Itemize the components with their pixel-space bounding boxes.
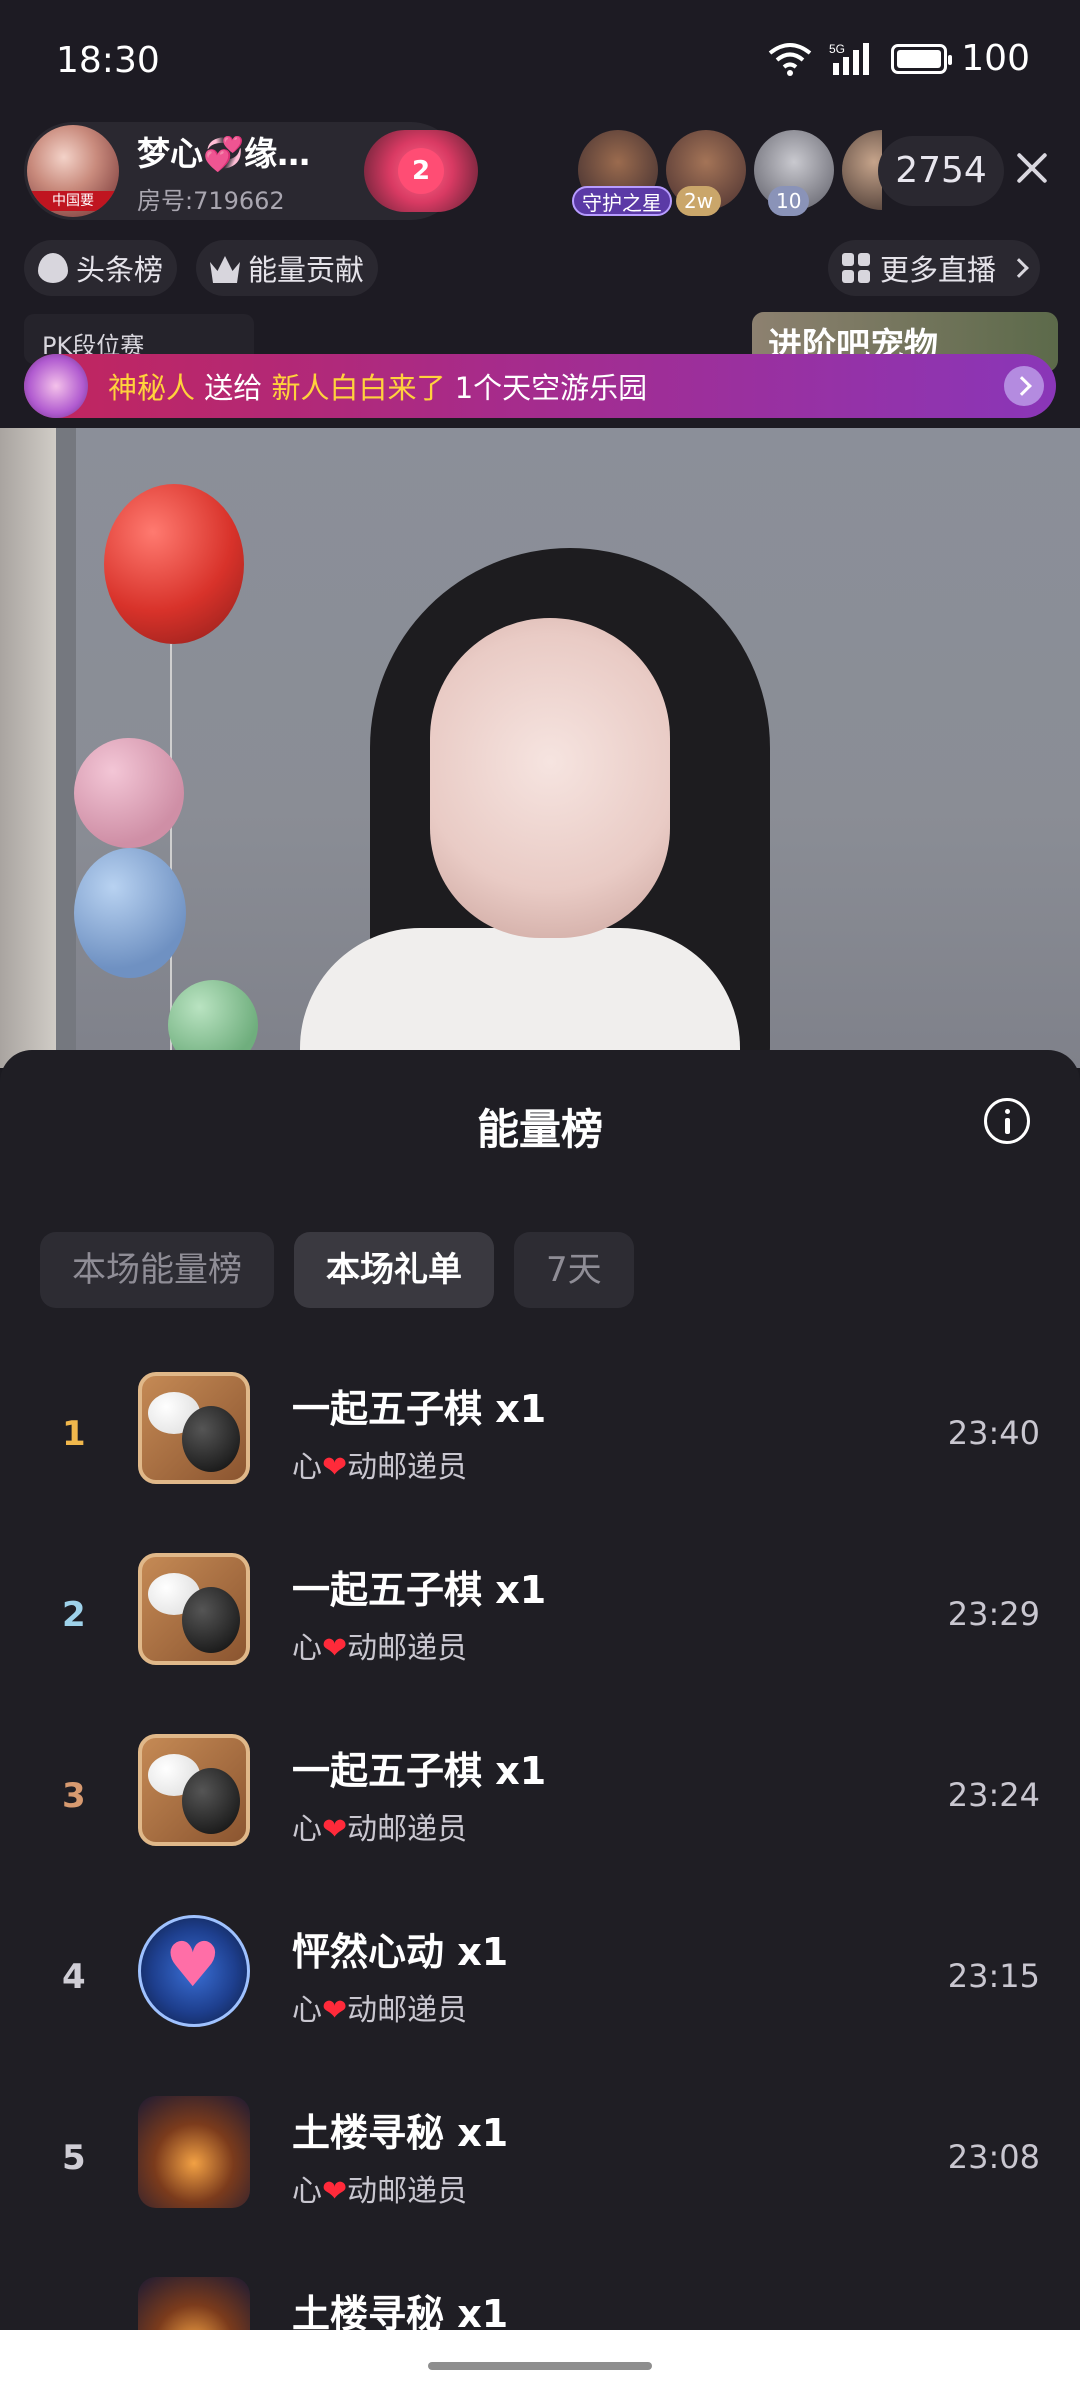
banner-receiver: 新人白白来了	[271, 371, 446, 405]
tulou-icon	[138, 2096, 250, 2208]
heart-icon: ❤	[322, 1631, 348, 1666]
gift-broadcast-banner[interactable]: 神秘人 送给 新人白白来了 1个天空游乐园	[24, 354, 1056, 418]
status-time: 18:30	[56, 40, 160, 81]
host-avatar-tag: 中国要	[27, 191, 119, 211]
heart-orb-icon	[138, 1915, 250, 2027]
list-item[interactable]: 1 一起五子棋 x1 心❤动邮递员 23:40	[0, 1368, 1080, 1549]
host-info-chip[interactable]: 中国要 梦心💞缘… 房号:719662 2	[24, 122, 478, 220]
list-item[interactable]: 3 一起五子棋 x1 心❤动邮递员 23:24	[0, 1730, 1080, 1911]
list-item[interactable]: 5 土楼寻秘 x1 心❤动邮递员 23:08	[0, 2092, 1080, 2273]
balloon	[74, 738, 184, 848]
gift-time: 23:08	[947, 2138, 1040, 2176]
gift-time: 23:29	[947, 1595, 1040, 1633]
amusement-park-icon	[24, 354, 88, 418]
energy-contribution-label: 能量贡献	[248, 253, 365, 287]
status-icons: 5G 100	[767, 38, 1030, 79]
top-viewers: 守护之星 2w 10	[572, 130, 890, 216]
gift-time: 23:40	[947, 1414, 1040, 1452]
gift-name: 一起五子棋 x1	[292, 1387, 547, 1431]
viewer-badge: 10	[768, 186, 810, 216]
fans-level: 2	[398, 148, 444, 194]
energy-contribution-button[interactable]: 能量贡献	[196, 240, 379, 296]
rank-number: 4	[62, 1957, 86, 1997]
sender-name: 心❤动邮递员	[292, 1450, 468, 1485]
battery-level: 100	[961, 38, 1030, 79]
gift-broadcast-text: 神秘人 送给 新人白白来了 1个天空游乐园	[108, 365, 647, 407]
drop-icon	[38, 253, 68, 283]
list-item[interactable]: 2 一起五子棋 x1 心❤动邮递员 23:29	[0, 1549, 1080, 1730]
balloon	[104, 484, 244, 644]
headline-rank-button[interactable]: 头条榜	[24, 240, 178, 296]
chevron-right-icon	[1009, 258, 1029, 278]
viewer-badge: 守护之星	[572, 186, 672, 216]
viewer-avatar[interactable]: 2w	[666, 130, 746, 216]
wifi-icon	[769, 42, 812, 76]
gomoku-icon	[138, 1734, 250, 1846]
video-background	[0, 428, 56, 1068]
viewer-avatar[interactable]: 守护之星	[572, 130, 672, 216]
gift-time: 23:24	[947, 1776, 1040, 1814]
close-icon[interactable]	[1010, 146, 1054, 190]
viewer-avatar[interactable]	[842, 130, 882, 210]
navigation-bar	[0, 2330, 1080, 2400]
banner-gift: 1个天空游乐园	[454, 371, 648, 405]
rank-number: 2	[62, 1595, 86, 1635]
heart-icon: ❤	[322, 1993, 348, 2028]
tab-session-gift-list[interactable]: 本场礼单	[294, 1232, 494, 1308]
gift-list: 1 一起五子棋 x1 心❤动邮递员 23:40 2 一起五子棋 x1 心❤动邮递…	[0, 1368, 1080, 2400]
sender-name: 心❤动邮递员	[292, 1631, 468, 1666]
banner-verb: 送给	[204, 371, 263, 405]
home-indicator[interactable]	[428, 2362, 652, 2370]
battery-icon	[891, 43, 953, 74]
viewer-count[interactable]: 2754	[878, 136, 1004, 206]
fans-club-badge[interactable]: 2	[364, 130, 478, 212]
crown-icon	[210, 256, 240, 283]
host-avatar[interactable]: 中国要	[27, 125, 119, 217]
balloon	[74, 848, 186, 978]
live-video[interactable]	[0, 428, 1080, 1068]
sender-name: 心❤动邮递员	[292, 1993, 468, 2028]
host-info: 梦心💞缘… 房号:719662	[137, 127, 327, 216]
list-item[interactable]: 4 怦然心动 x1 心❤动邮递员 23:15	[0, 1911, 1080, 2092]
video-background	[56, 428, 76, 1068]
heart-icon: ❤	[322, 2174, 348, 2209]
gift-name: 怦然心动 x1	[292, 1930, 509, 1974]
viewer-avatar[interactable]: 10	[754, 130, 834, 216]
banner-sender: 神秘人	[108, 371, 196, 405]
headline-rank-label: 头条榜	[76, 253, 164, 287]
energy-rank-sheet: 能量榜 本场能量榜 本场礼单 7天 1 一起五子棋 x1 心❤动邮递员 23:4…	[0, 1050, 1080, 2389]
info-icon[interactable]	[984, 1098, 1030, 1144]
room-number: 房号:719662	[137, 186, 285, 215]
gift-name: 一起五子棋 x1	[292, 1749, 547, 1793]
heart-icon: ❤	[322, 1812, 348, 1847]
tab-session-energy-rank[interactable]: 本场能量榜	[40, 1232, 274, 1308]
more-live-button[interactable]: 更多直播	[828, 240, 1041, 296]
gomoku-icon	[138, 1372, 250, 1484]
gift-time: 23:15	[947, 1957, 1040, 1995]
status-bar: 18:30 5G 100	[0, 0, 1080, 120]
gift-name: 土楼寻秘 x1	[292, 2111, 509, 2155]
gift-name: 一起五子棋 x1	[292, 1568, 547, 1612]
tab-7-days[interactable]: 7天	[514, 1232, 634, 1308]
rank-number: 1	[62, 1414, 86, 1454]
streamer	[300, 928, 740, 1068]
svg-text:5G: 5G	[829, 42, 845, 56]
chevron-right-icon[interactable]	[1004, 366, 1044, 406]
live-room-header: 18:30 5G 100 中国要 梦心💞缘… 房号:719662 2 守护之星 …	[0, 0, 1080, 430]
sheet-title: 能量榜	[476, 1105, 603, 1154]
gomoku-icon	[138, 1553, 250, 1665]
host-name: 梦心💞缘…	[137, 133, 311, 173]
signal-icon: 5G	[829, 42, 870, 75]
more-live-label: 更多直播	[880, 253, 997, 287]
sender-name: 心❤动邮递员	[292, 1812, 468, 1847]
rank-number: 3	[62, 1776, 86, 1816]
viewer-badge: 2w	[676, 186, 722, 216]
heart-icon: ❤	[322, 1450, 348, 1485]
grid-icon	[842, 253, 872, 283]
sender-name: 心❤动邮递员	[292, 2174, 468, 2209]
rank-tabs: 本场能量榜 本场礼单 7天	[40, 1232, 634, 1308]
rank-number: 5	[62, 2138, 86, 2178]
streamer-face	[430, 618, 670, 938]
